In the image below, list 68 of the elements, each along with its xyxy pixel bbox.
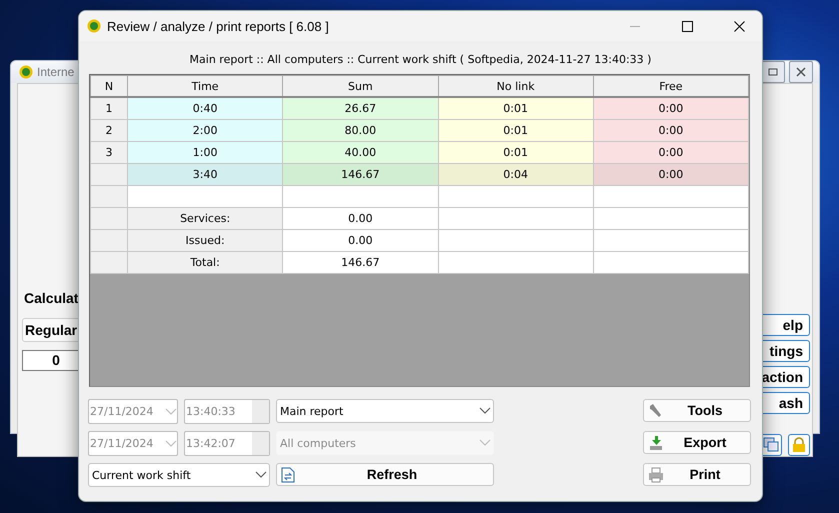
chevron-down-icon	[479, 407, 491, 415]
table-cell: 0:00	[593, 97, 748, 120]
row-header	[90, 164, 128, 186]
time-field[interactable]: 13:40:33	[184, 399, 270, 424]
close-button[interactable]	[789, 61, 813, 83]
lock-icon	[792, 437, 806, 453]
table-cell: 0:01	[438, 97, 594, 120]
table-cell: 40.00	[282, 142, 438, 164]
column-header: Free	[593, 76, 748, 97]
column-header: N	[90, 76, 128, 97]
row-header: 2	[90, 120, 128, 142]
column-header: Sum	[282, 76, 438, 97]
coin-icon	[87, 19, 101, 33]
coin-icon	[19, 65, 33, 79]
table-cell: 0.00	[282, 230, 438, 252]
report-header: Main report :: All computers :: Current work shift ( Softpedia, 2024-11-27 13:40:33 )	[188, 52, 652, 68]
printer-icon	[648, 466, 664, 482]
row-header	[90, 252, 128, 274]
row-header	[90, 230, 128, 252]
table-cell: 0:00	[593, 164, 748, 186]
maximize-icon	[682, 20, 692, 32]
table-cell: 2:00	[128, 120, 283, 142]
tools-button[interactable]: Tools	[643, 399, 751, 422]
summary-label: Total:	[128, 252, 283, 274]
export-button[interactable]: Export	[643, 431, 751, 454]
row-header	[90, 208, 128, 230]
time-field[interactable]: 13:42:07	[184, 431, 270, 456]
restore-button[interactable]	[761, 61, 785, 83]
section-label: Calculat	[23, 289, 80, 308]
table-cell: 0:04	[438, 164, 594, 186]
close-icon	[796, 67, 806, 77]
table-cell: 0:01	[438, 142, 594, 164]
date-field[interactable]: 27/11/2024	[88, 399, 178, 424]
report-dropdown[interactable]: Main report	[276, 399, 494, 423]
table-cell: 0:01	[438, 120, 594, 142]
table-cell: 0:00	[593, 142, 748, 164]
summary-label: Services:	[128, 208, 283, 230]
table-cell: 3:40	[128, 164, 283, 186]
table-cell: 0.00	[282, 208, 438, 230]
column-header: No link	[438, 76, 594, 97]
restore-icon	[768, 68, 778, 76]
table-cell: 80.00	[282, 120, 438, 142]
chevron-down-icon	[165, 408, 177, 416]
table-cell: 26.67	[282, 97, 438, 120]
column-header: Time	[128, 76, 283, 97]
print-button[interactable]: Print	[643, 463, 751, 486]
chevron-down-icon	[479, 439, 491, 447]
windows-icon	[763, 437, 779, 453]
wrench-icon	[648, 402, 664, 418]
refresh-button[interactable]: Refresh	[276, 463, 494, 486]
table-cell: 146.67	[282, 164, 438, 186]
window-title: Review / analyze / print reports [ 6.08 ]	[107, 18, 330, 34]
range-dropdown[interactable]: Current work shift	[88, 463, 270, 487]
lock-button[interactable]	[788, 434, 810, 456]
row-header: 1	[90, 97, 128, 120]
window-title: Interne	[37, 65, 74, 79]
export-icon	[648, 434, 664, 450]
table-cell: 0:40	[128, 97, 283, 120]
table-cell: 1:00	[128, 142, 283, 164]
chevron-down-icon	[255, 471, 267, 479]
date-field[interactable]: 27/11/2024	[88, 431, 178, 456]
table-cell: 146.67	[282, 252, 438, 274]
table-cell: 0:00	[593, 120, 748, 142]
refresh-icon	[281, 466, 295, 482]
chevron-down-icon	[165, 440, 177, 448]
summary-label: Issued:	[128, 230, 283, 252]
close-icon	[734, 20, 744, 32]
row-header: 3	[90, 142, 128, 164]
